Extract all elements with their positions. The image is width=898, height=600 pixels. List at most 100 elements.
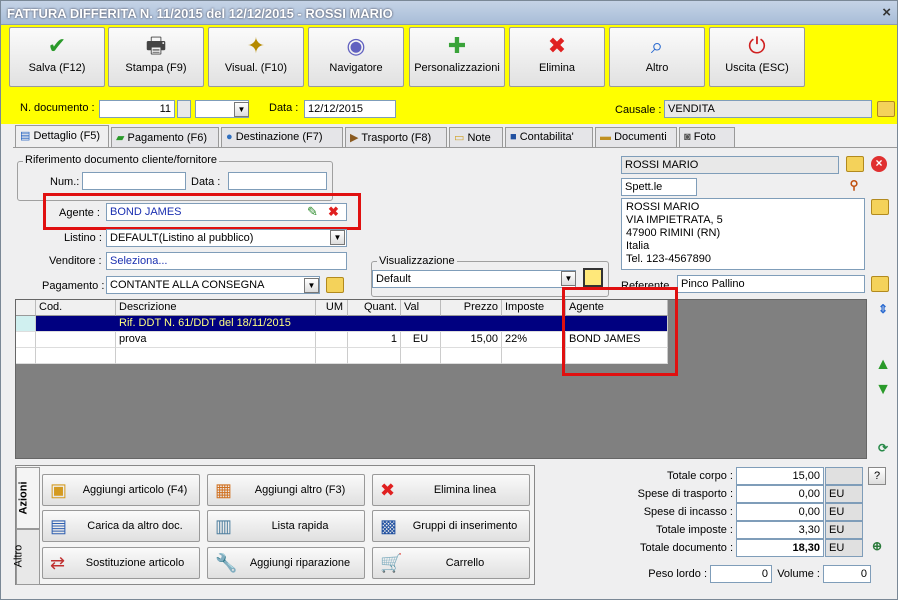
tab-altro[interactable]: Altro bbox=[12, 529, 40, 585]
printer-icon: 🖶 bbox=[145, 33, 167, 58]
elimina-button[interactable]: ✖ Elimina bbox=[509, 27, 605, 87]
causale-input[interactable]: VENDITA bbox=[664, 100, 872, 118]
listino-select[interactable]: DEFAULT(Listino al pubblico) bbox=[106, 229, 347, 247]
tab-destinazione[interactable]: ● Destinazione (F7) bbox=[221, 127, 343, 147]
refresh-icon[interactable]: ⟳ bbox=[875, 441, 891, 457]
totale-corpo-extra[interactable] bbox=[825, 467, 863, 485]
carrello-button[interactable]: 🛒 Carrello bbox=[372, 547, 530, 579]
tab-azioni[interactable]: Azioni bbox=[16, 467, 40, 529]
doc-number-spin[interactable] bbox=[177, 100, 191, 118]
tab-trasporto[interactable]: ▶ Trasporto (F8) bbox=[345, 127, 447, 147]
volume-label: Volume : bbox=[777, 568, 820, 580]
navigatore-button[interactable]: ◉ Navigatore bbox=[308, 27, 404, 87]
cell-um[interactable] bbox=[316, 348, 348, 364]
folder-icon[interactable] bbox=[871, 199, 889, 215]
totale-corpo-label: Totale corpo : bbox=[666, 470, 733, 482]
altro-button[interactable]: ⌕ Altro bbox=[609, 27, 705, 87]
sostituzione-articolo-button[interactable]: ⇄ Sostituzione articolo bbox=[42, 547, 200, 579]
col-um[interactable]: UM bbox=[316, 300, 348, 316]
gruppi-di-inserimento-button[interactable]: ▩ Gruppi di inserimento bbox=[372, 510, 530, 542]
chevron-down-icon[interactable]: ▼ bbox=[330, 230, 345, 245]
peso-lordo-value[interactable]: 0 bbox=[710, 565, 772, 583]
date-input[interactable]: 12/12/2015 bbox=[304, 100, 396, 118]
row-selector[interactable] bbox=[16, 316, 36, 332]
row-selector[interactable] bbox=[16, 348, 36, 364]
cell-val[interactable]: EU bbox=[401, 332, 441, 348]
col-imposte[interactable]: Imposte bbox=[502, 300, 566, 316]
tab-dettaglio[interactable]: ▤ Dettaglio (F5) bbox=[15, 125, 109, 148]
stampa-button[interactable]: 🖶 Stampa (F9) bbox=[108, 27, 204, 87]
ref-num-input[interactable] bbox=[82, 172, 186, 190]
referente-input[interactable]: Pinco Pallino bbox=[677, 275, 865, 293]
cell-quant[interactable] bbox=[348, 348, 401, 364]
table-icon: ▤ bbox=[20, 130, 34, 142]
ref-date-input[interactable] bbox=[228, 172, 327, 190]
cell-quant[interactable]: 1 bbox=[348, 332, 401, 348]
tab-label: Documenti bbox=[614, 131, 667, 143]
folder-icon[interactable] bbox=[877, 101, 895, 117]
arrow-down-icon[interactable]: ▼ bbox=[875, 382, 891, 398]
salva-button[interactable]: ✔ Salva (F12) bbox=[9, 27, 105, 87]
tab-note[interactable]: ▭ Note bbox=[449, 127, 503, 147]
close-icon[interactable]: × bbox=[882, 4, 891, 21]
folder-icon[interactable] bbox=[846, 156, 864, 172]
cliente-address[interactable]: ROSSI MARIO VIA IMPIETRATA, 5 47900 RIMI… bbox=[621, 198, 865, 270]
visualizzazione-select[interactable]: Default bbox=[372, 270, 576, 288]
cell-prezzo[interactable] bbox=[441, 348, 502, 364]
cell-prezzo[interactable]: 15,00 bbox=[441, 332, 502, 348]
help-button[interactable]: ? bbox=[868, 467, 886, 485]
venditore-input[interactable]: Seleziona... bbox=[106, 252, 347, 270]
col-cod[interactable]: Cod. bbox=[36, 300, 116, 316]
cell-imposte[interactable]: 22% bbox=[502, 332, 566, 348]
visual-button[interactable]: ✦ Visual. (F10) bbox=[208, 27, 304, 87]
carica-da-altro-doc-button[interactable]: ▤ Carica da altro doc. bbox=[42, 510, 200, 542]
col-val[interactable]: Val bbox=[401, 300, 441, 316]
pagamento-select[interactable]: CONTANTE ALLA CONSEGNA bbox=[106, 276, 320, 294]
tab-documenti[interactable]: ▬ Documenti bbox=[595, 127, 677, 147]
chevron-down-icon[interactable]: ▼ bbox=[304, 278, 319, 293]
toolbar-button-label: Salva (F12) bbox=[28, 62, 86, 74]
layout-icon[interactable] bbox=[583, 268, 603, 287]
cell-um[interactable] bbox=[316, 332, 348, 348]
cliente-title[interactable]: Spett.le bbox=[621, 178, 697, 196]
sort-icon[interactable]: ⇕ bbox=[875, 302, 891, 318]
spese-trasporto-value[interactable]: 0,00 bbox=[736, 485, 824, 503]
note-icon: ▭ bbox=[454, 132, 468, 144]
col-prezzo[interactable]: Prezzo bbox=[441, 300, 502, 316]
chevron-down-icon[interactable]: ▼ bbox=[561, 271, 576, 286]
person-search-icon[interactable]: ⚲ bbox=[846, 178, 862, 194]
arrow-up-icon[interactable]: ▲ bbox=[875, 357, 891, 373]
folder-icon[interactable] bbox=[326, 277, 344, 293]
cell-descrizione[interactable] bbox=[116, 348, 316, 364]
row-selector[interactable] bbox=[16, 332, 36, 348]
tab-pagamento[interactable]: ▰ Pagamento (F6) bbox=[111, 127, 219, 147]
totale-imposte-value[interactable]: 3,30 bbox=[736, 521, 824, 539]
aggiungi-altro-f-button[interactable]: ▦ Aggiungi altro (F3) bbox=[207, 474, 365, 506]
folder-icon[interactable] bbox=[871, 276, 889, 292]
aggiungi-riparazione-button[interactable]: 🔧 Aggiungi riparazione bbox=[207, 547, 365, 579]
totale-corpo-value[interactable]: 15,00 bbox=[736, 467, 824, 485]
col-quant[interactable]: Quant. bbox=[348, 300, 401, 316]
aggiungi-articolo-f-button[interactable]: ▣ Aggiungi articolo (F4) bbox=[42, 474, 200, 506]
chevron-down-icon[interactable]: ▼ bbox=[234, 102, 249, 117]
totale-documento-value[interactable]: 18,30 bbox=[736, 539, 824, 557]
zoom-icon[interactable]: ⊕ bbox=[869, 539, 885, 555]
cell-val[interactable] bbox=[401, 348, 441, 364]
lista-rapida-button[interactable]: ▥ Lista rapida bbox=[207, 510, 365, 542]
volume-value[interactable]: 0 bbox=[823, 565, 871, 583]
spese-incasso-value[interactable]: 0,00 bbox=[736, 503, 824, 521]
personalizzazioni-button[interactable]: ✚ Personalizzazioni bbox=[409, 27, 505, 87]
elimina-linea-button[interactable]: ✖ Elimina linea bbox=[372, 474, 530, 506]
cell-descrizione[interactable]: prova bbox=[116, 332, 316, 348]
cell-cod[interactable] bbox=[36, 348, 116, 364]
tab-contabilita[interactable]: ■ Contabilita' bbox=[505, 127, 593, 147]
cell-cod[interactable] bbox=[36, 332, 116, 348]
cell-imposte[interactable] bbox=[502, 348, 566, 364]
uscita-button[interactable]: ⏻ Uscita (ESC) bbox=[709, 27, 805, 87]
remove-client-icon[interactable]: × bbox=[871, 156, 887, 172]
cliente-name[interactable]: ROSSI MARIO bbox=[621, 156, 839, 174]
doc-number-input[interactable]: 11 bbox=[99, 100, 175, 118]
col-descrizione[interactable]: Descrizione bbox=[116, 300, 316, 316]
venditore-label: Venditore : bbox=[49, 255, 102, 267]
tab-foto[interactable]: ◙ Foto bbox=[679, 127, 735, 147]
